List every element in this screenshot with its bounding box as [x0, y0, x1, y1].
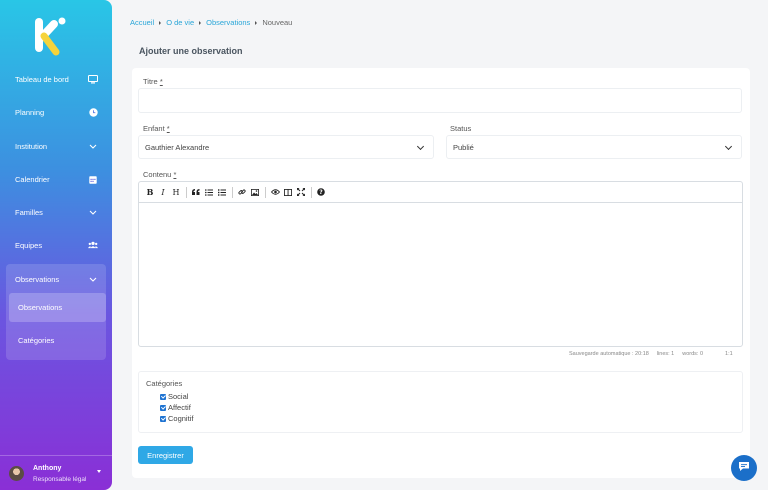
chevron-down-icon [416, 142, 425, 151]
editor-toolbar: B I H ? [139, 182, 742, 203]
cursor-position: 1:1 [725, 351, 733, 357]
sidebar-item-label: Equipes [15, 240, 43, 250]
required-marker: * [159, 77, 163, 86]
title-input[interactable] [138, 88, 742, 113]
child-label-text: Enfant [143, 124, 165, 133]
toolbar-divider [186, 186, 187, 198]
sidebar-item-label: Tableau de bord [15, 74, 69, 84]
user-menu[interactable]: Anthony Responsable légal [0, 455, 112, 490]
help-icon[interactable]: ? [316, 186, 326, 198]
chat-icon [738, 459, 750, 477]
sidebar-subitem-observations[interactable]: Observations [9, 293, 106, 322]
child-select-value: Gauthier Alexandre [145, 142, 210, 152]
child-select[interactable]: Gauthier Alexandre [138, 135, 434, 159]
caret-right-icon [159, 20, 162, 25]
toolbar-divider [311, 186, 312, 198]
caret-right-icon [255, 20, 258, 25]
breadcrumb-observations[interactable]: Observations [206, 18, 250, 27]
ordered-list-icon[interactable] [217, 186, 227, 198]
sidebar-item-calendrier[interactable]: Calendrier [0, 164, 112, 194]
breadcrumb-o-de-vie[interactable]: O de vie [166, 18, 194, 27]
user-name: Anthony [33, 465, 62, 472]
category-checkbox-social[interactable]: Social [160, 392, 188, 401]
required-marker: * [166, 124, 170, 133]
sidebar-item-label: Calendrier [15, 174, 50, 184]
line-count: lines: 1 [656, 351, 675, 357]
monitor-icon [88, 74, 98, 84]
autosave-status: Sauvegarde automatique : 20:18 [569, 351, 649, 357]
status-label: Status [450, 124, 472, 133]
chevron-down-icon [88, 141, 98, 151]
content-label: Contenu * [143, 170, 176, 179]
image-icon[interactable] [250, 186, 260, 198]
link-icon[interactable] [237, 186, 247, 198]
sidebar-subitem-categories[interactable]: Catégories [9, 326, 106, 355]
sidebar-item-label: Institution [15, 141, 48, 151]
save-button[interactable]: Enregistrer [138, 446, 193, 464]
breadcrumb-accueil[interactable]: Accueil [130, 18, 154, 27]
content-label-text: Contenu [143, 170, 172, 179]
sidebar-item-tableau-de-bord[interactable]: Tableau de bord [0, 64, 112, 94]
side-by-side-icon[interactable] [283, 186, 293, 198]
fullscreen-icon[interactable] [296, 186, 306, 198]
clock-icon [88, 107, 98, 117]
svg-text:?: ? [319, 189, 323, 196]
sidebar-item-equipes[interactable]: Equipes [0, 230, 112, 260]
chevron-down-icon [88, 274, 98, 284]
avatar [9, 466, 24, 481]
user-role: Responsable légal [33, 476, 87, 483]
content-editor[interactable]: B I H ? [138, 181, 743, 347]
title-label-text: Titre [143, 77, 158, 86]
category-label: Affectif [168, 403, 191, 412]
chevron-down-icon [88, 207, 98, 217]
sidebar-item-observations[interactable]: Observations [0, 264, 112, 294]
caret-right-icon [199, 20, 202, 25]
sidebar-subitem-label: Catégories [18, 336, 55, 345]
users-icon [88, 240, 98, 250]
sidebar-item-label: Planning [15, 107, 45, 117]
logo [32, 16, 68, 56]
breadcrumb-current: Nouveau [262, 18, 293, 27]
toolbar-divider [265, 186, 266, 198]
category-label: Social [168, 392, 189, 401]
child-label: Enfant * [143, 124, 170, 133]
sidebar-item-label: Familles [15, 207, 43, 217]
heading-icon[interactable]: H [171, 186, 181, 198]
app: Tableau de bord Planning Institution Cal… [0, 0, 768, 490]
category-label: Cognitif [168, 414, 194, 423]
unordered-list-icon[interactable] [204, 186, 214, 198]
category-checkbox-affectif[interactable]: Affectif [160, 403, 191, 412]
sidebar-item-label: Observations [15, 274, 60, 284]
sidebar-item-institution[interactable]: Institution [0, 131, 112, 161]
calendar-icon [88, 174, 98, 184]
sidebar-item-familles[interactable]: Familles [0, 197, 112, 227]
checkbox-checked-icon[interactable] [160, 415, 166, 422]
title-label: Titre * [143, 77, 163, 86]
status-select[interactable]: Publié [446, 135, 742, 159]
quote-icon[interactable] [191, 186, 201, 198]
preview-icon[interactable] [270, 186, 280, 198]
word-count: words: 0 [682, 351, 704, 357]
chat-button[interactable] [731, 455, 757, 481]
breadcrumb: Accueil O de vie Observations Nouveau [130, 18, 292, 27]
bold-icon[interactable]: B [145, 186, 155, 198]
sidebar-subitem-label: Observations [18, 303, 63, 312]
caret-down-icon [97, 470, 101, 473]
required-marker: * [173, 170, 177, 179]
sidebar-item-planning[interactable]: Planning [0, 97, 112, 127]
editor-statusbar: Sauvegarde automatique : 20:18 lines: 1 … [569, 351, 733, 357]
toolbar-divider [232, 186, 233, 198]
italic-icon[interactable]: I [158, 186, 168, 198]
chevron-down-icon [724, 142, 733, 151]
categories-label: Catégories [146, 379, 183, 388]
status-select-value: Publié [453, 142, 474, 152]
categories-box [138, 371, 743, 433]
sidebar: Tableau de bord Planning Institution Cal… [0, 0, 112, 490]
page-title: Ajouter une observation [139, 46, 243, 56]
checkbox-checked-icon[interactable] [160, 393, 166, 400]
checkbox-checked-icon[interactable] [160, 404, 166, 411]
category-checkbox-cognitif[interactable]: Cognitif [160, 414, 193, 423]
